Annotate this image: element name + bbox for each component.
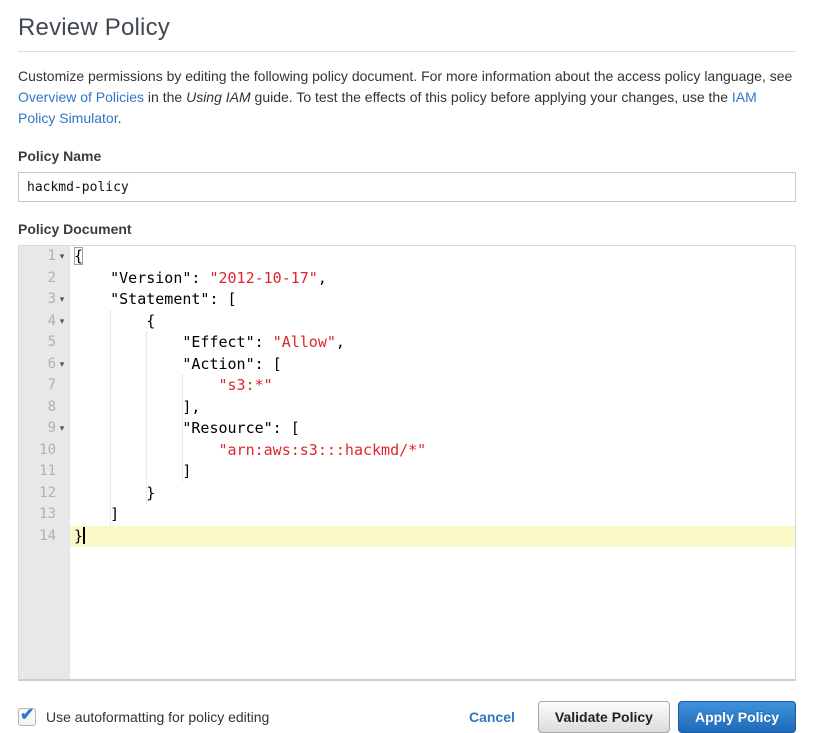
intro-text-1: Customize permissions by editing the fol… xyxy=(18,68,792,84)
autoformat-label: Use autoformatting for policy editing xyxy=(46,709,269,725)
footer-bar: ✔ Use autoformatting for policy editing … xyxy=(18,701,796,733)
editor-line[interactable]: 2▾ "Version": "2012-10-17", xyxy=(19,268,795,290)
gutter-cell: 10▾ xyxy=(19,440,70,462)
fold-arrow-icon[interactable]: ▾ xyxy=(56,289,68,311)
gutter-cell: 9▾ xyxy=(19,418,70,440)
intro-text-3: guide. To test the effects of this polic… xyxy=(251,89,732,105)
line-number: 11 xyxy=(39,461,56,483)
code-line[interactable]: "s3:*" xyxy=(70,375,795,397)
gutter-cell: 13▾ xyxy=(19,504,70,526)
line-number: 13 xyxy=(39,504,56,526)
intro-text-2: in the xyxy=(144,89,186,105)
gutter-cell: 11▾ xyxy=(19,461,70,483)
code-line[interactable]: ] xyxy=(70,504,795,526)
intro-paragraph: Customize permissions by editing the fol… xyxy=(18,66,796,129)
apply-policy-button[interactable]: Apply Policy xyxy=(678,701,796,733)
editor-line[interactable]: 11▾ ] xyxy=(19,461,795,483)
code-line[interactable]: } xyxy=(70,526,795,548)
line-number: 14 xyxy=(39,526,56,548)
policy-name-label: Policy Name xyxy=(18,148,796,164)
gutter-cell: 5▾ xyxy=(19,332,70,354)
editor-line[interactable]: 5▾ "Effect": "Allow", xyxy=(19,332,795,354)
text-cursor xyxy=(83,527,85,544)
code-line[interactable]: "Version": "2012-10-17", xyxy=(70,268,795,290)
gutter-cell: 3▾ xyxy=(19,289,70,311)
editor-line[interactable]: 6▾ "Action": [ xyxy=(19,354,795,376)
editor-line[interactable]: 4▾ { xyxy=(19,311,795,333)
autoformat-checkbox[interactable]: ✔ xyxy=(18,708,36,726)
code-line[interactable]: "Effect": "Allow", xyxy=(70,332,795,354)
intro-text-4: . xyxy=(118,110,122,126)
editor-line[interactable]: 10▾ "arn:aws:s3:::hackmd/*" xyxy=(19,440,795,462)
overview-of-policies-link[interactable]: Overview of Policies xyxy=(18,89,144,105)
line-number: 10 xyxy=(39,440,56,462)
gutter-cell: 8▾ xyxy=(19,397,70,419)
code-line[interactable]: "arn:aws:s3:::hackmd/*" xyxy=(70,440,795,462)
code-line[interactable]: { xyxy=(70,246,795,268)
fold-arrow-icon[interactable]: ▾ xyxy=(56,354,68,376)
code-line[interactable]: ], xyxy=(70,397,795,419)
editor-line[interactable]: 8▾ ], xyxy=(19,397,795,419)
line-number: 6 xyxy=(48,354,56,376)
code-line[interactable]: ] xyxy=(70,461,795,483)
editor-line[interactable]: 14▾} xyxy=(19,526,795,548)
line-number: 8 xyxy=(48,397,56,419)
gutter-cell: 7▾ xyxy=(19,375,70,397)
validate-policy-button[interactable]: Validate Policy xyxy=(538,701,670,733)
code-line[interactable]: "Statement": [ xyxy=(70,289,795,311)
review-policy-page: Review Policy Customize permissions by e… xyxy=(0,0,814,733)
autoformat-option: ✔ Use autoformatting for policy editing xyxy=(18,708,269,726)
line-number: 4 xyxy=(48,311,56,333)
title-divider xyxy=(18,51,796,52)
line-number: 12 xyxy=(39,483,56,505)
gutter-cell: 2▾ xyxy=(19,268,70,290)
using-iam-emphasis: Using IAM xyxy=(186,89,251,105)
policy-name-input[interactable] xyxy=(18,172,796,202)
check-icon: ✔ xyxy=(20,705,34,725)
cancel-link[interactable]: Cancel xyxy=(469,709,515,725)
fold-arrow-icon[interactable]: ▾ xyxy=(56,418,68,440)
line-number: 1 xyxy=(48,246,56,268)
editor-line[interactable]: 13▾ ] xyxy=(19,504,795,526)
code-line[interactable]: { xyxy=(70,311,795,333)
policy-editor-lines: 1▾{2▾ "Version": "2012-10-17",3▾ "Statem… xyxy=(19,246,795,547)
editor-line[interactable]: 1▾{ xyxy=(19,246,795,268)
editor-line[interactable]: 3▾ "Statement": [ xyxy=(19,289,795,311)
policy-document-editor[interactable]: 1▾{2▾ "Version": "2012-10-17",3▾ "Statem… xyxy=(18,245,796,681)
code-line[interactable]: } xyxy=(70,483,795,505)
editor-line[interactable]: 12▾ } xyxy=(19,483,795,505)
fold-arrow-icon[interactable]: ▾ xyxy=(56,311,68,333)
gutter-cell: 12▾ xyxy=(19,483,70,505)
gutter-cell: 6▾ xyxy=(19,354,70,376)
policy-document-label: Policy Document xyxy=(18,221,796,237)
line-number: 5 xyxy=(48,332,56,354)
editor-line[interactable]: 7▾ "s3:*" xyxy=(19,375,795,397)
code-line[interactable]: "Resource": [ xyxy=(70,418,795,440)
gutter-cell: 14▾ xyxy=(19,526,70,548)
gutter-cell: 1▾ xyxy=(19,246,70,268)
line-number: 7 xyxy=(48,375,56,397)
fold-arrow-icon[interactable]: ▾ xyxy=(56,246,68,268)
line-number: 2 xyxy=(48,268,56,290)
action-buttons: Cancel Validate Policy Apply Policy xyxy=(469,701,796,733)
line-number: 9 xyxy=(48,418,56,440)
page-title: Review Policy xyxy=(18,14,796,42)
line-number: 3 xyxy=(48,289,56,311)
gutter-cell: 4▾ xyxy=(19,311,70,333)
code-line[interactable]: "Action": [ xyxy=(70,354,795,376)
editor-line[interactable]: 9▾ "Resource": [ xyxy=(19,418,795,440)
